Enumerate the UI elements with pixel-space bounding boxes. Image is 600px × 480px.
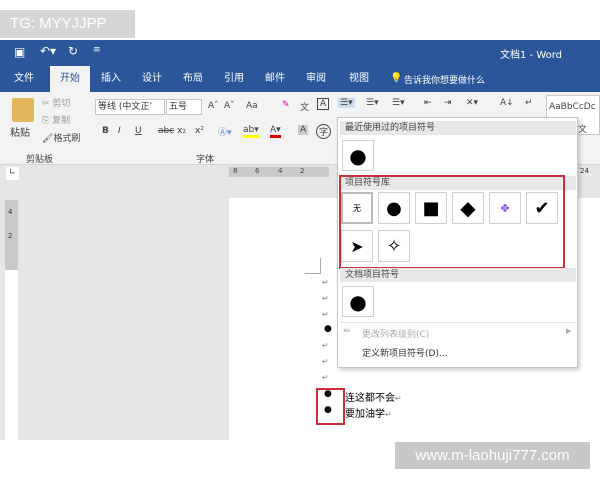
ruler-tick: 4 [8,208,13,216]
bold-button[interactable]: B [102,126,109,136]
paste-icon[interactable] [12,98,34,122]
ribbon-tabs: 文件 开始 插入 设计 布局 引用 邮件 审阅 视图 💡 告诉我你想要做什么 [0,66,600,92]
change-list-level-item[interactable]: 更改列表级别(C) [362,327,429,340]
change-case-button[interactable]: Aa [246,101,258,111]
margin-corner [305,258,321,274]
subscript-button[interactable]: x₂ [177,126,186,136]
tab-file[interactable]: 文件 [5,66,43,92]
return-mark: ↵ [322,278,329,287]
recent-bullets-header: 最近使用过的项目符号 [340,121,576,135]
line-text: 要加油学 [345,409,385,420]
italic-button[interactable]: I [118,126,121,136]
format-painter-button[interactable]: 🖌格式刷 [42,131,80,144]
numbering-button[interactable]: ☰▾ [366,98,379,108]
tab-home[interactable]: 开始 [50,66,90,92]
watermark-top: TG: MYYJJPP [0,10,135,38]
tab-selector[interactable]: ∟ [6,167,19,180]
copy-button[interactable]: ⎘ 复制 [42,113,70,126]
tab-references[interactable]: 引用 [215,66,253,92]
title-bar: ▣ ↶▾ ↻ ≡ 文档1 - Word [0,40,600,66]
bullet-highlight-box [316,388,345,425]
document-bullets-header: 文档项目符号 [340,268,576,282]
library-highlight-box [339,175,565,269]
char-shading-icon[interactable]: A [298,125,309,135]
font-size-combo[interactable]: 五号 [166,99,202,115]
ruler-tick: 24 [580,167,589,175]
char-border-icon[interactable]: A [317,98,330,110]
return-mark: ↵ [322,294,329,303]
format-painter-label: 格式刷 [53,134,81,144]
bullet-library-dropdown: 最近使用过的项目符号 ● 项目符号库 无 ● ■ ◆ ✥ ✔ ➤ ✧ 文档项目符… [337,117,578,368]
return-mark: ↵ [385,410,392,419]
tab-mailings[interactable]: 邮件 [256,66,294,92]
font-group-label: 字体 [196,155,215,165]
highlight-icon[interactable]: ab▾ [243,125,259,138]
list-level-icon: ⇚ [343,326,351,336]
tell-me-input[interactable]: 告诉我你想要做什么 [404,73,485,86]
document-line[interactable]: 要加油学↵ [345,405,392,420]
line-text: 连这都不会 [345,393,395,404]
return-mark: ↵ [322,357,329,366]
tab-view[interactable]: 视图 [340,66,378,92]
tab-review[interactable]: 审阅 [297,66,335,92]
tab-design[interactable]: 设计 [133,66,171,92]
menu-divider [340,322,576,323]
vertical-ruler[interactable]: 4 2 [5,200,18,440]
cut-label: 剪切 [52,99,71,109]
return-mark: ↵ [322,310,329,319]
multilevel-list-button[interactable]: ☰▾ [392,98,405,108]
underline-button[interactable]: U [135,126,142,136]
return-mark: ↵ [322,373,329,382]
cut-button[interactable]: ✂ 剪切 [42,96,70,109]
bullet: ● [324,324,332,334]
increase-indent-button[interactable]: ⇥ [444,98,452,108]
return-mark: ↵ [322,341,329,350]
window-title: 文档1 - Word [500,50,563,61]
decrease-indent-button[interactable]: ⇤ [424,98,432,108]
ruler-tick: 8 [233,167,238,175]
paste-button[interactable]: 粘贴 [10,124,30,139]
enclose-char-icon[interactable]: 字 [316,124,332,139]
superscript-button[interactable]: x² [195,126,204,136]
ruler-tick: 4 [278,167,283,175]
bullet-option-recent-dot[interactable]: ● [342,140,374,171]
bullet-option-document-dot[interactable]: ● [342,286,374,317]
undo-icon[interactable]: ↶▾ [40,44,56,58]
sort-button[interactable]: A↓ [500,98,514,108]
strikethrough-button[interactable]: abc [158,126,174,136]
text-effect-icon[interactable]: Ⓐ▾ [218,125,232,138]
copy-label: 复制 [52,116,71,126]
return-mark: ↵ [395,394,402,403]
ruler-tick: 6 [255,167,260,175]
tab-layout[interactable]: 布局 [174,66,212,92]
clipboard-group-label: 剪贴板 [26,155,54,165]
lightbulb-icon: 💡 [390,73,403,84]
watermark-bottom: www.m-laohuji777.com [395,442,590,469]
style-preview: AaBbCcDc [549,102,596,112]
horizontal-ruler[interactable]: 8 6 4 2 [229,167,329,177]
font-name-combo[interactable]: 等线 (中文正’ [95,99,165,115]
customize-icon[interactable]: ≡ [93,45,101,55]
style-label: 文 [578,125,588,135]
ruler-tick: 2 [300,167,305,175]
phonetic-icon[interactable]: 文 [300,100,309,113]
font-color-icon[interactable]: A▾ [270,125,281,138]
grow-font-button[interactable]: Aˆ [208,101,219,111]
asian-layout-button[interactable]: ✕▾ [466,98,478,108]
show-marks-button[interactable]: ↵ [525,98,533,108]
submenu-arrow-icon: ▶ [566,327,572,335]
save-icon[interactable]: ▣ [14,45,25,59]
define-new-bullet-item[interactable]: 定义新项目符号(D)... [362,346,448,359]
tab-insert[interactable]: 插入 [92,66,130,92]
redo-icon[interactable]: ↻ [68,44,78,58]
shrink-font-button[interactable]: Aˇ [224,101,235,111]
document-line[interactable]: 连这都不会↵ [345,389,402,404]
ruler-tick: 2 [8,232,13,240]
bullets-button[interactable]: ☰▾ [338,98,355,108]
clear-format-icon[interactable]: ✎ [282,100,290,110]
